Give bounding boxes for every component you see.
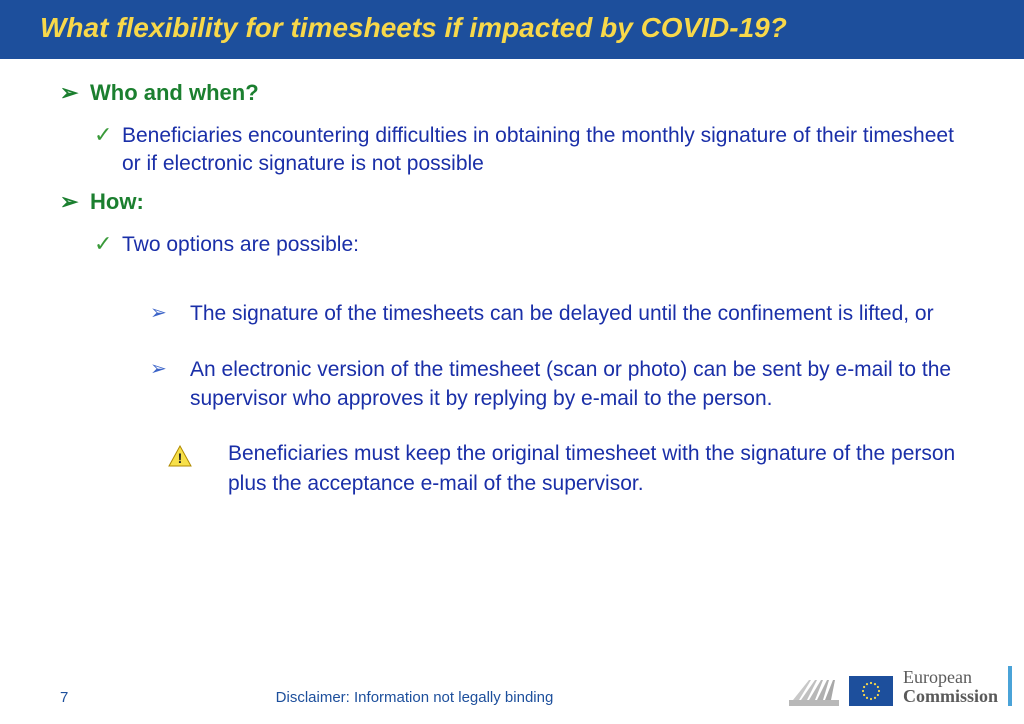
arrow-right-icon: ➢ — [60, 188, 90, 217]
how-option-2-text: An electronic version of the timesheet (… — [190, 355, 976, 414]
footer-logos: European Commission — [789, 666, 1012, 706]
check-icon: ✓ — [94, 122, 122, 148]
section-who: ➢ Who and when? — [60, 79, 976, 108]
page-number: 7 — [60, 689, 140, 706]
arrow-right-icon: ➢ — [60, 79, 90, 108]
section-heading-who: Who and when? — [90, 79, 259, 108]
who-item: ✓ Beneficiaries encountering difficultie… — [94, 122, 976, 179]
ec-building-icon — [789, 676, 839, 706]
arrow-right-icon: ➢ — [150, 299, 190, 327]
warning-icon: ! — [168, 439, 208, 472]
who-item-text: Beneficiaries encountering difficulties … — [122, 122, 976, 179]
slide-title: What flexibility for timesheets if impac… — [40, 10, 984, 45]
check-icon: ✓ — [94, 231, 122, 257]
slide-content: ➢ Who and when? ✓ Beneficiaries encounte… — [0, 59, 1024, 498]
ec-logo-line2: Commission — [903, 687, 998, 706]
arrow-right-icon: ➢ — [150, 355, 190, 383]
slide-footer: 7 Disclaimer: Information not legally bi… — [0, 666, 1024, 706]
section-heading-how: How: — [90, 188, 144, 217]
ec-logo-bar-icon — [1008, 666, 1012, 706]
how-option-1-text: The signature of the timesheets can be d… — [190, 299, 934, 328]
how-intro-text: Two options are possible: — [122, 231, 359, 259]
how-warning-text: Beneficiaries must keep the original tim… — [208, 439, 976, 498]
svg-text:!: ! — [178, 450, 183, 466]
how-intro: ✓ Two options are possible: — [94, 231, 976, 259]
footer-disclaimer: Disclaimer: Information not legally bind… — [140, 689, 789, 706]
how-option-1: ➢ The signature of the timesheets can be… — [150, 299, 976, 328]
section-how: ➢ How: — [60, 188, 976, 217]
slide-header: What flexibility for timesheets if impac… — [0, 0, 1024, 59]
how-option-2: ➢ An electronic version of the timesheet… — [150, 355, 976, 414]
how-warning: ! Beneficiaries must keep the original t… — [168, 439, 976, 498]
ec-logo-line1: European — [903, 668, 998, 687]
ec-logo-text: European Commission — [903, 668, 998, 706]
eu-flag-icon — [849, 676, 893, 706]
